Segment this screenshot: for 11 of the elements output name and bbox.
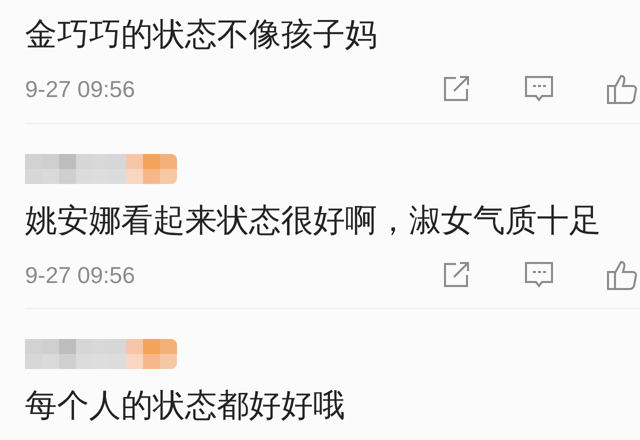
timestamp: 9-27 09:56 <box>25 260 135 290</box>
share-icon[interactable] <box>442 260 472 289</box>
thumbs-up-icon[interactable] <box>606 258 638 291</box>
comment-text: 每个人的状态都好好哦 <box>25 385 346 425</box>
share-icon[interactable] <box>442 75 472 104</box>
comment-icon[interactable] <box>524 75 554 104</box>
comment-text: 姚安娜看起来状态很好啊，淑女气质十足 <box>25 200 602 240</box>
timestamp: 9-27 09:56 <box>25 75 135 104</box>
comment-text: 金巧巧的状态不像孩子妈 <box>25 14 378 54</box>
comment-icon[interactable] <box>524 260 554 289</box>
thumbs-up-icon[interactable] <box>606 73 638 106</box>
